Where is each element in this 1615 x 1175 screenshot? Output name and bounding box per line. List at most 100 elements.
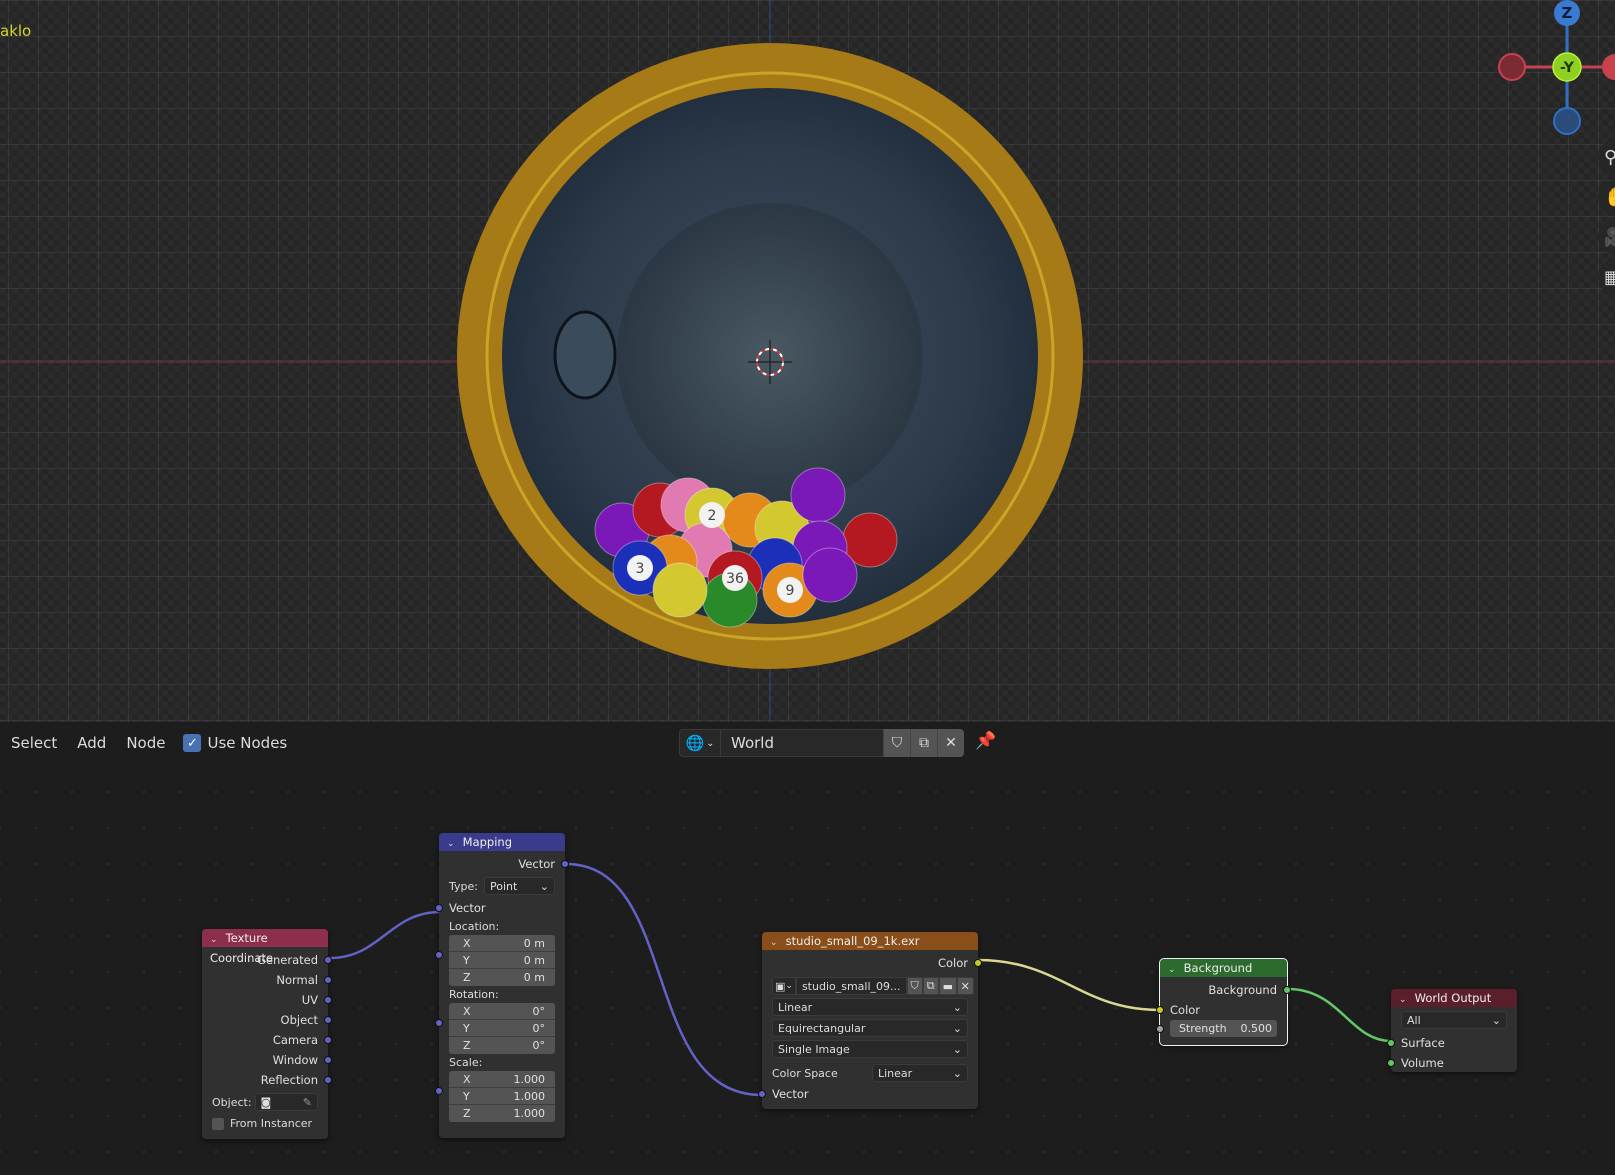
input-vector: Vector: [758, 1084, 978, 1104]
socket-input-vector[interactable]: [435, 904, 443, 912]
location-field[interactable]: X 0 m: [449, 935, 555, 952]
node-title: Mapping: [462, 835, 513, 849]
location-label: Location:: [449, 920, 500, 933]
chevron-down-icon: ⌄: [785, 981, 793, 991]
socket-input-scale[interactable]: [435, 1087, 443, 1095]
object-field[interactable]: ◙ ✎: [254, 1093, 318, 1111]
axis-value: 1.000: [513, 1072, 546, 1086]
location-field[interactable]: Y 0 m: [449, 952, 555, 969]
location-group: Location: X 0 m Y 0 m Z 0 m: [435, 918, 565, 986]
duplicate-icon[interactable]: ⧉: [910, 729, 937, 757]
scene-render: 2 36 3 9: [0, 0, 1615, 722]
rotation-field[interactable]: Z 0°: [449, 1037, 555, 1054]
source-dropdown[interactable]: Single Image ⌄: [772, 1040, 968, 1058]
menu-add[interactable]: Add: [67, 729, 116, 757]
node-header[interactable]: ⌄ World Output: [1391, 989, 1517, 1007]
fake-user-shield-icon[interactable]: ⛉: [906, 977, 923, 995]
target-dropdown[interactable]: All ⌄: [1401, 1011, 1507, 1029]
axis-value: 0°: [532, 1021, 546, 1035]
image-name-field[interactable]: studio_small_09...: [795, 977, 907, 995]
axis-value: 0 m: [523, 971, 545, 984]
from-instancer-checkbox[interactable]: [212, 1117, 224, 1130]
from-instancer-label: From Instancer: [230, 1117, 313, 1130]
open-folder-icon[interactable]: ▬: [938, 977, 957, 995]
scale-field[interactable]: X 1.000: [449, 1071, 555, 1088]
socket-output[interactable]: [324, 1076, 332, 1084]
chevron-down-icon[interactable]: ⌄: [210, 931, 222, 949]
socket-input-color[interactable]: [1156, 1006, 1164, 1014]
node-background[interactable]: ⌄ Background Background Color Strength 0…: [1156, 958, 1291, 1046]
node-texture-coordinate[interactable]: ⌄ Texture Coordinate Generated Normal UV Ob…: [202, 929, 332, 1139]
menu-select[interactable]: Select: [1, 729, 67, 757]
strength-label: Strength: [1178, 1022, 1227, 1035]
chevron-down-icon[interactable]: ⌄: [1168, 961, 1180, 979]
world-type-dropdown[interactable]: 🌐 ⌄: [679, 729, 721, 757]
socket-input-rotation[interactable]: [435, 1019, 443, 1027]
use-nodes-toggle[interactable]: ✓ Use Nodes: [183, 734, 287, 752]
interpolation-dropdown[interactable]: Linear ⌄: [772, 998, 968, 1016]
socket-output-background[interactable]: [1283, 986, 1291, 994]
chevron-down-icon: ⌄: [952, 1000, 962, 1014]
node-header[interactable]: ⌄ Texture Coordinate: [202, 929, 328, 965]
node-mapping[interactable]: ⌄ Mapping Vector Type: Point ⌄ Vector Lo…: [435, 833, 569, 1138]
node-header[interactable]: ⌄ studio_small_09_1k.exr: [762, 932, 978, 950]
rotation-field[interactable]: Y 0°: [449, 1020, 555, 1037]
chevron-down-icon[interactable]: ⌄: [1399, 991, 1411, 1009]
socket-input-strength[interactable]: [1156, 1025, 1164, 1033]
socket-output[interactable]: [324, 976, 332, 984]
strength-field[interactable]: Strength 0.500: [1170, 1020, 1277, 1037]
node-world-output[interactable]: ⌄ World Output All ⌄ Surface Volume: [1387, 989, 1517, 1072]
socket-input-vector[interactable]: [758, 1090, 766, 1098]
3d-viewport[interactable]: 23639 aklo Z -Y ⚲ ✋ 🎥 ▦: [0, 0, 1615, 722]
chevron-down-icon[interactable]: ⌄: [770, 934, 782, 952]
eyedropper-icon[interactable]: ✎: [303, 1096, 312, 1109]
socket-label: UV: [301, 993, 318, 1007]
node-header[interactable]: ⌄ Background: [1160, 959, 1287, 977]
node-canvas[interactable]: ⌄ Texture Coordinate Generated Normal UV Ob…: [0, 764, 1615, 1175]
socket-output[interactable]: [324, 1016, 332, 1024]
socket-output[interactable]: [324, 956, 332, 964]
socket-input-surface[interactable]: [1387, 1039, 1395, 1047]
link-color-to-background: [977, 958, 1161, 1012]
duplicate-icon[interactable]: ⧉: [922, 977, 939, 995]
ball-number: 36: [726, 571, 744, 587]
use-nodes-checkbox[interactable]: ✓: [183, 734, 202, 752]
location-field[interactable]: Z 0 m: [449, 969, 555, 986]
output-row: Normal: [202, 970, 332, 990]
lottery-ball: [790, 467, 846, 523]
socket-input-location[interactable]: [435, 951, 443, 959]
from-instancer-toggle[interactable]: From Instancer: [202, 1111, 328, 1130]
chevron-down-icon: ⌄: [952, 1042, 962, 1056]
fake-user-shield-icon[interactable]: ⛉: [883, 729, 910, 757]
socket-output-color[interactable]: [974, 959, 982, 967]
chevron-down-icon[interactable]: ⌄: [447, 835, 459, 853]
output-row: UV: [202, 990, 332, 1010]
pin-icon[interactable]: 📌: [975, 731, 996, 751]
unlink-close-icon[interactable]: ✕: [937, 729, 964, 757]
ball-number: 2: [708, 508, 717, 524]
socket-output[interactable]: [324, 996, 332, 1004]
node-editor-header: Select Add Node ✓ Use Nodes 🌐 ⌄ World ⛉ …: [0, 722, 1615, 764]
projection-dropdown[interactable]: Equirectangular ⌄: [772, 1019, 968, 1037]
node-header[interactable]: ⌄ Mapping: [439, 833, 565, 851]
color-space-dropdown[interactable]: Linear ⌄: [872, 1064, 968, 1082]
socket-input-volume[interactable]: [1387, 1059, 1395, 1067]
socket-output[interactable]: [324, 1036, 332, 1044]
navigation-gizmo[interactable]: Z -Y: [1480, 0, 1615, 140]
node-environment-texture[interactable]: ⌄ studio_small_09_1k.exr Color ▣ ⌄ studio…: [758, 932, 982, 1109]
source-value: Single Image: [778, 1042, 850, 1056]
socket-output[interactable]: [324, 1056, 332, 1064]
image-browse-button[interactable]: ▣ ⌄: [772, 977, 796, 995]
socket-output-vector[interactable]: [561, 860, 569, 868]
node-title: studio_small_09_1k.exr: [785, 934, 920, 948]
menu-node[interactable]: Node: [116, 729, 175, 757]
link-mapping-to-envtex: [565, 862, 763, 1097]
image-name: studio_small_09...: [801, 979, 901, 993]
scale-field[interactable]: Y 1.000: [449, 1088, 555, 1105]
scale-field[interactable]: Z 1.000: [449, 1105, 555, 1122]
world-name-field[interactable]: World: [721, 729, 883, 757]
scale-label: Scale:: [449, 1056, 483, 1069]
type-dropdown[interactable]: Point ⌄: [483, 877, 555, 895]
unlink-close-icon[interactable]: ✕: [956, 977, 974, 995]
rotation-field[interactable]: X 0°: [449, 1003, 555, 1020]
